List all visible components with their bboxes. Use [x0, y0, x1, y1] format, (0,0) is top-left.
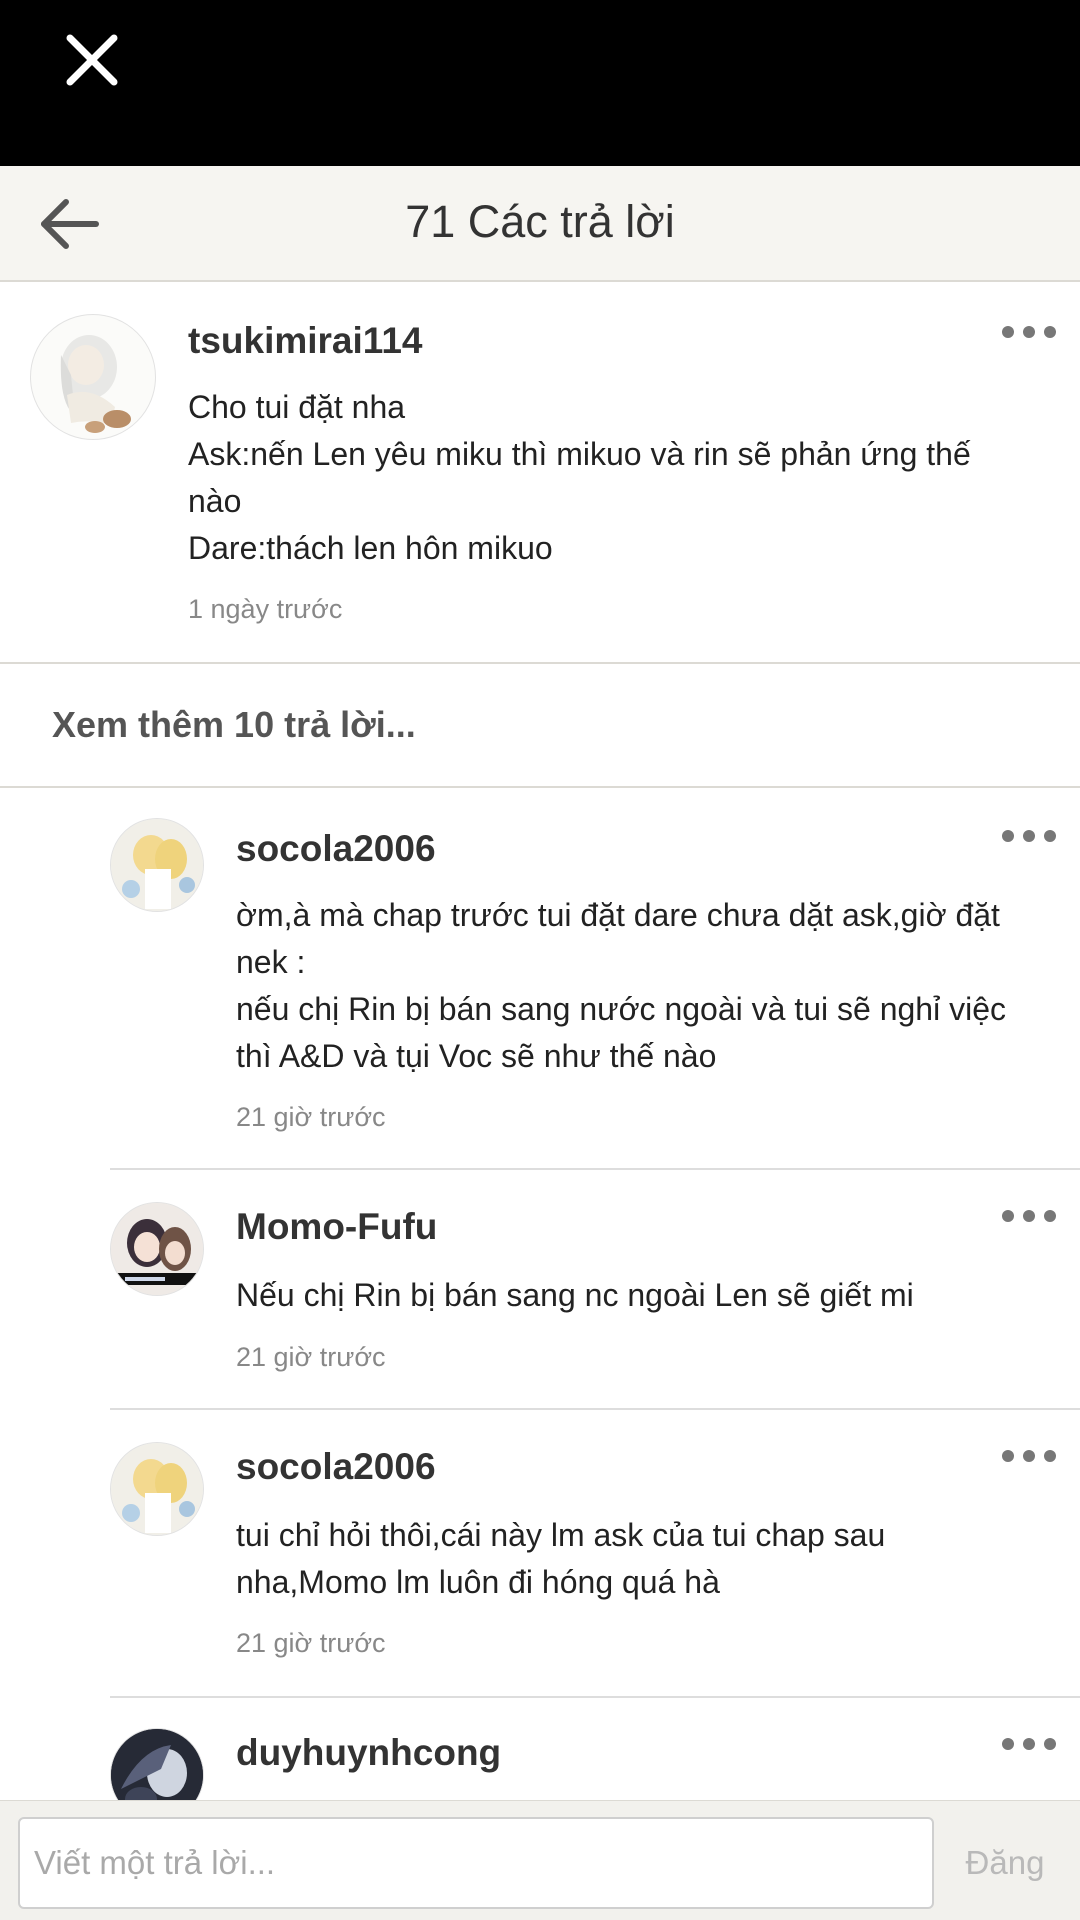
avatar[interactable] [110, 1442, 204, 1536]
replies-header: 71 Các trả lời [0, 166, 1080, 282]
more-options-button[interactable] [1002, 322, 1056, 342]
more-dots-icon [1002, 830, 1014, 842]
comment-username[interactable]: duyhuynhcong [236, 1732, 501, 1774]
avatar[interactable] [110, 1728, 204, 1800]
page-title: 71 Các trả lời [405, 196, 675, 247]
comment-username[interactable]: socola2006 [236, 828, 436, 870]
post-button[interactable]: Đăng [940, 1817, 1070, 1909]
avatar[interactable] [30, 314, 156, 440]
reply-comment: Momo-Fufu Nếu chị Rin bị bán sang nc ngo… [0, 1170, 1080, 1410]
comment-timestamp: 21 giờ trước [236, 1628, 386, 1658]
avatar[interactable] [110, 818, 204, 912]
reply-comment: socola2006 tui chỉ hỏi thôi,cái này lm a… [0, 1410, 1080, 1698]
comment-timestamp: 21 giờ trước [236, 1342, 386, 1372]
avatar[interactable] [110, 1202, 204, 1296]
reply-composer: Đăng [0, 1800, 1080, 1920]
see-more-replies-button[interactable]: Xem thêm 10 trả lời... [0, 662, 1080, 788]
reply-comment: socola2006 ờm,à mà chap trước tui đặt da… [0, 790, 1080, 1170]
see-more-label: Xem thêm 10 trả lời... [52, 704, 416, 745]
reply-input[interactable] [18, 1817, 934, 1909]
more-options-button[interactable] [1002, 1206, 1056, 1226]
comment-timestamp: 21 giờ trước [236, 1102, 386, 1132]
comment-body: Cho tui đặt nha Ask:nến Len yêu miku thì… [188, 389, 971, 566]
more-dots-icon [1002, 1210, 1014, 1222]
comment-username[interactable]: Momo-Fufu [236, 1206, 437, 1248]
comment-body: Nếu chị Rin bị bán sang nc ngoài Len sẽ … [236, 1277, 914, 1313]
comment-body: tui chỉ hỏi thôi,cái này lm ask của tui … [236, 1517, 886, 1600]
more-options-button[interactable] [1002, 826, 1056, 846]
comment-username[interactable]: tsukimirai114 [188, 320, 422, 362]
reply-comment: duyhuynhcong [0, 1698, 1080, 1800]
close-icon [66, 34, 118, 86]
top-overlay-bar [0, 0, 1080, 166]
comment-body: ờm,à mà chap trước tui đặt dare chưa dặt… [236, 897, 1006, 1074]
comment-username[interactable]: socola2006 [236, 1446, 436, 1488]
more-options-button[interactable] [1002, 1446, 1056, 1466]
more-options-button[interactable] [1002, 1734, 1056, 1754]
close-button[interactable] [60, 28, 124, 92]
parent-comment: tsukimirai114 Cho tui đặt nha Ask:nến Le… [0, 282, 1080, 662]
more-dots-icon [1002, 1738, 1014, 1750]
more-dots-icon [1002, 1450, 1014, 1462]
comment-timestamp: 1 ngày trước [188, 594, 343, 624]
more-dots-icon [1002, 326, 1014, 338]
